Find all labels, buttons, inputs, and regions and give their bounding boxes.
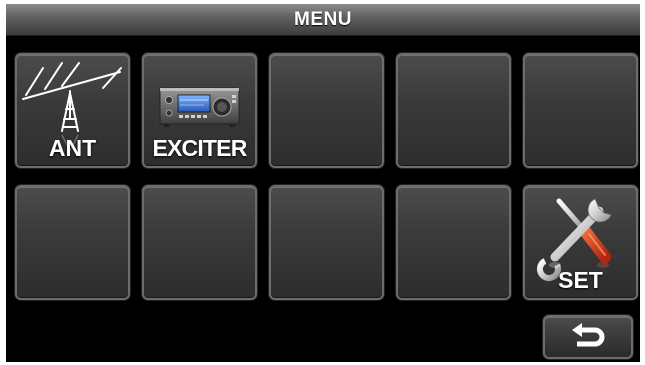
return-arrow-icon — [572, 323, 605, 347]
title-bar: MENU — [6, 4, 640, 36]
ant-label: ANT — [48, 135, 97, 161]
ant-menu-button[interactable]: ANT — [15, 53, 130, 168]
empty-menu-slot-9[interactable] — [396, 185, 511, 300]
empty-menu-slot-5[interactable] — [523, 53, 638, 168]
empty-menu-slot-8[interactable] — [269, 185, 384, 300]
menu-grid: ANT EXCITER SET — [15, 53, 638, 303]
menu-screen: MENU ANT EXCITER SET — [6, 4, 640, 362]
set-label: SET — [558, 267, 603, 293]
empty-menu-slot-7[interactable] — [142, 185, 257, 300]
menu-title: MENU — [294, 8, 352, 30]
exciter-menu-button[interactable]: EXCITER — [142, 53, 257, 168]
back-button[interactable] — [543, 315, 633, 359]
set-menu-button[interactable]: SET — [523, 185, 638, 300]
empty-menu-slot-3[interactable] — [269, 53, 384, 168]
empty-menu-slot-4[interactable] — [396, 53, 511, 168]
empty-menu-slot-6[interactable] — [15, 185, 130, 300]
exciter-label: EXCITER — [152, 135, 247, 161]
